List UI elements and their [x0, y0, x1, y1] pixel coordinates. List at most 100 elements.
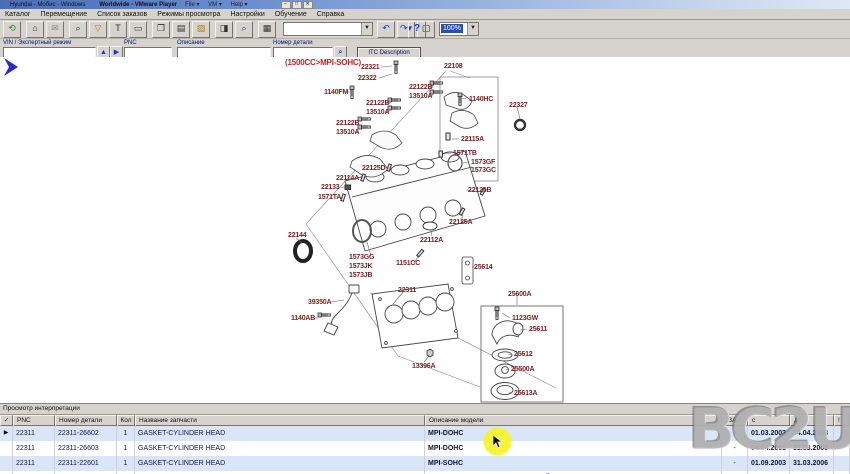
part-label-1573JK[interactable]: 1573JK: [349, 263, 372, 270]
part-label-22311[interactable]: 22311: [398, 287, 416, 294]
part-label-22115A[interactable]: 22115A: [461, 136, 484, 143]
minimize-button[interactable]: –: [281, 1, 291, 9]
part-label-25612[interactable]: 25612: [514, 351, 532, 358]
part-label-1573GF[interactable]: 1573GF: [471, 159, 495, 166]
menu-item-0[interactable]: Каталог: [0, 11, 35, 18]
grid-column-header-2[interactable]: Номер детали: [55, 415, 117, 426]
monitor-icon[interactable]: ▭: [129, 21, 147, 38]
part-label-22327[interactable]: 22327: [509, 102, 527, 109]
toolbar-separator: [254, 22, 257, 37]
home-icon[interactable]: ⌂: [26, 21, 44, 38]
part-label-22133[interactable]: 22133: [321, 184, 339, 191]
zoom-level-combobox[interactable]: 100%▼: [439, 22, 479, 36]
toolbar-separator: [277, 22, 280, 37]
part-label-1123GW[interactable]: 1123GW: [512, 315, 538, 322]
grid-column-header-3[interactable]: Кол: [117, 415, 135, 426]
part-label-22112A[interactable]: 22112A: [420, 237, 443, 244]
cell-model: MPI-DOHC: [425, 441, 722, 456]
engine-variant-label: (1500CC>MPI-SOHC): [285, 59, 361, 66]
part-label-13396A[interactable]: 13396A: [412, 363, 435, 370]
menu-item-2[interactable]: Список заказов: [92, 11, 152, 18]
cell-from: 01.09.2003: [748, 456, 790, 471]
part-label-25611[interactable]: 25611: [529, 326, 547, 333]
help-button[interactable]: ?: [408, 21, 426, 38]
grid-column-header-0[interactable]: ✓: [0, 415, 13, 426]
part-label-22322[interactable]: 22322: [358, 75, 376, 82]
part-label-1140HC[interactable]: 1140HC: [469, 96, 493, 103]
menu-item-3[interactable]: Режимы просмотра: [152, 11, 225, 18]
part-label-1140AB[interactable]: 1140AB: [291, 315, 315, 322]
menu-item-5[interactable]: Обучение: [270, 11, 312, 18]
part-label-1140FM[interactable]: 1140FM: [324, 89, 348, 96]
menu-item-4[interactable]: Настройки: [225, 11, 269, 18]
undo-icon[interactable]: ↶: [377, 21, 395, 38]
maximize-button[interactable]: □: [292, 1, 302, 9]
part-label-1571TA[interactable]: 1571TA: [318, 194, 341, 201]
cell-qty: 1: [117, 426, 135, 441]
grid-column-header-6[interactable]: ЗАМ: [722, 415, 748, 426]
filter-icon[interactable]: ▽: [89, 21, 107, 38]
cell-to: 04.04.2003: [790, 426, 834, 441]
pnc-label: PNC: [124, 40, 172, 46]
grid-column-header-8[interactable]: до: [790, 415, 834, 426]
part-label-1573GC[interactable]: 1573GC: [471, 167, 496, 174]
table-row-2[interactable]: 2231122311-226011GASKET-CYLINDER HEADMPI…: [0, 456, 850, 471]
part-label-22125B[interactable]: 22125B: [468, 187, 491, 194]
grid-column-header-4[interactable]: Название запчасти: [135, 415, 425, 426]
part-label-22144[interactable]: 22144: [288, 232, 306, 239]
table-row-1[interactable]: 2231122311-266031GASKET-CYLINDER HEADMPI…: [0, 441, 850, 456]
part-label-22321[interactable]: 22321: [361, 64, 379, 71]
part-label-22122B[interactable]: 22122B: [366, 100, 389, 107]
vmware-menu-file[interactable]: File ▾: [185, 2, 199, 8]
chevron-down-icon[interactable]: ▼: [467, 23, 478, 35]
menu-item-1[interactable]: Перемещение: [35, 11, 92, 18]
part-label-25614[interactable]: 25614: [474, 264, 492, 271]
table-row-0[interactable]: ▶2231122311-266021GASKET-CYLINDER HEADMP…: [0, 426, 850, 441]
toolbar-separator: [148, 22, 151, 37]
text-icon[interactable]: T: [109, 21, 127, 38]
catalog-combobox[interactable]: ▼: [283, 22, 373, 36]
search-doc-icon[interactable]: ⌕: [235, 21, 253, 38]
image-icon[interactable]: ▦: [258, 21, 276, 38]
part-label-22122B[interactable]: 22122B: [409, 84, 432, 91]
cell-marker: [0, 456, 13, 471]
close-button[interactable]: ✕: [303, 1, 313, 9]
print-icon[interactable]: ❐: [152, 21, 170, 38]
part-label-22125D[interactable]: 22125D: [362, 165, 385, 172]
part-label-13510A[interactable]: 13510A: [366, 109, 389, 116]
chevron-down-icon[interactable]: ▼: [361, 23, 372, 35]
cell-qty: 1: [117, 441, 135, 456]
part-label-39350A[interactable]: 39350A: [308, 299, 331, 306]
mail-icon[interactable]: ✉: [46, 21, 64, 38]
grid-column-header-5[interactable]: Описание модели: [425, 415, 722, 426]
cell-marker: [0, 441, 13, 456]
part-label-25600A[interactable]: 25600A: [508, 291, 531, 298]
vmware-menu-help[interactable]: Help ▾: [231, 2, 248, 8]
part-label-22122B[interactable]: 22122B: [336, 120, 359, 127]
part-label-13510A[interactable]: 13510A: [336, 129, 359, 136]
part-label-25500A[interactable]: 25500A: [511, 366, 534, 373]
part-label-1573JB[interactable]: 1573JB: [349, 272, 372, 279]
cell-part: 22311-22601: [55, 456, 117, 471]
menu-item-6[interactable]: Справка: [312, 11, 349, 18]
part-label-22125A[interactable]: 22125A: [449, 219, 472, 226]
grid-column-header-7[interactable]: с: [748, 415, 790, 426]
part-label-1573GG[interactable]: 1573GG: [349, 254, 374, 261]
grid-column-header-1[interactable]: PNC: [13, 415, 55, 426]
back-icon[interactable]: ⟲: [3, 21, 21, 38]
part-label-22108[interactable]: 22108: [444, 63, 462, 70]
part-label-13510A[interactable]: 13510A: [409, 93, 432, 100]
part-label-22114A[interactable]: 22114A: [336, 175, 359, 182]
document-icon[interactable]: ▤: [172, 21, 190, 38]
folder-icon[interactable]: ▨: [192, 21, 210, 38]
book-icon[interactable]: ◨: [215, 21, 233, 38]
next-page-arrow-icon[interactable]: [0, 57, 20, 77]
zoom-icon[interactable]: ⌕: [69, 21, 87, 38]
cell-pnc: 22311: [13, 456, 55, 471]
cell-model: MPI-DOHC: [425, 426, 722, 441]
grid-column-header-9[interactable]: !: [834, 415, 850, 426]
vmware-menu-vm[interactable]: VM ▾: [208, 2, 222, 8]
part-label-1571TB[interactable]: 1571TB: [453, 150, 477, 157]
part-label-1151CC[interactable]: 1151CC: [396, 260, 420, 267]
part-label-25613A[interactable]: 25613A: [514, 390, 537, 397]
